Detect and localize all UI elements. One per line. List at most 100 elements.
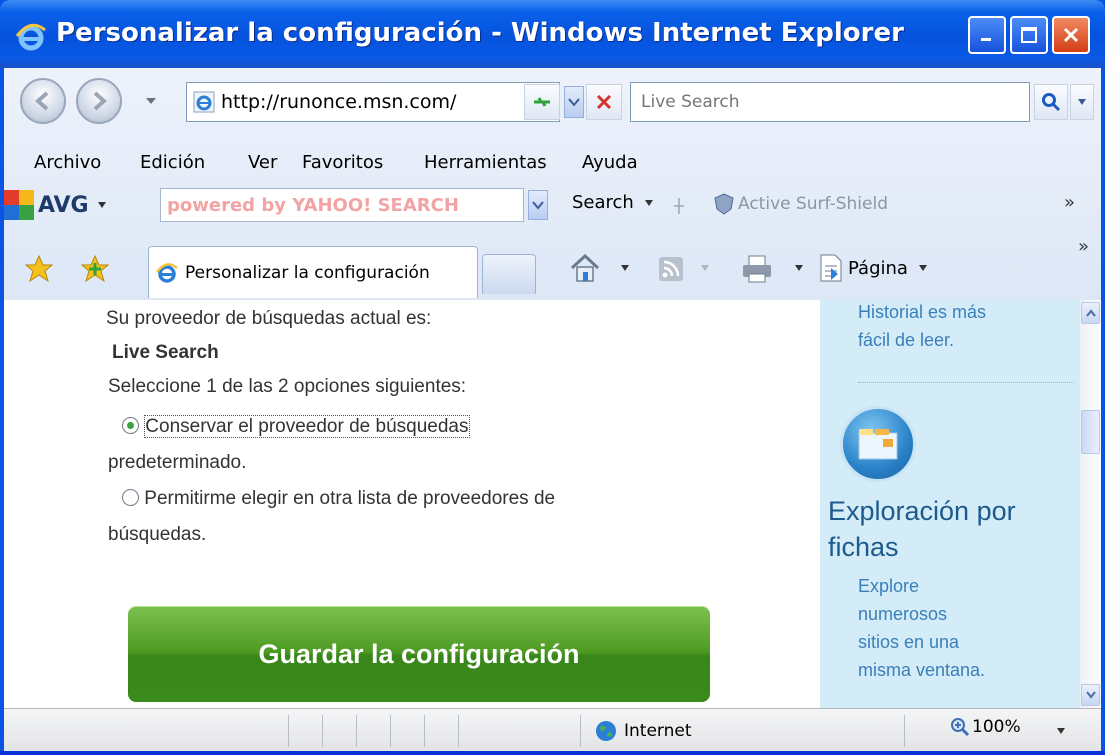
page-icon bbox=[820, 254, 842, 282]
option-choose-provider[interactable]: Permitirme elegir en otra lista de prove… bbox=[122, 488, 555, 510]
menu-favoritos[interactable]: Favoritos bbox=[302, 152, 383, 173]
page-content: Su proveedor de búsquedas actual es: Liv… bbox=[4, 300, 1101, 708]
title-bar: Personalizar la configuración - Windows … bbox=[0, 0, 1105, 68]
option2-label: Permitirme elegir en otra lista de prove… bbox=[144, 488, 556, 509]
home-icon[interactable] bbox=[568, 252, 602, 284]
avg-menu-button[interactable]: AVG bbox=[4, 190, 107, 220]
vertical-scrollbar[interactable] bbox=[1080, 300, 1101, 708]
close-button[interactable] bbox=[1052, 16, 1090, 54]
tab-label: Personalizar la configuración bbox=[185, 262, 430, 283]
scroll-thumb[interactable] bbox=[1081, 410, 1100, 454]
forward-button[interactable] bbox=[76, 78, 122, 124]
chevron-down-icon bbox=[532, 201, 544, 210]
menu-archivo[interactable]: Archivo bbox=[34, 152, 101, 173]
option-keep-provider[interactable]: Conservar el proveedor de búsquedas bbox=[122, 415, 470, 438]
chevron-down-icon[interactable] bbox=[794, 264, 804, 272]
intro-text: Su proveedor de búsquedas actual es: bbox=[106, 308, 432, 329]
chevron-down-icon bbox=[918, 265, 927, 271]
save-settings-button[interactable]: Guardar la configuración bbox=[128, 606, 710, 702]
avg-label: AVG bbox=[38, 192, 89, 218]
feature-sidebar: Historial es más fácil de leer. Explorac… bbox=[820, 300, 1080, 708]
search-icon bbox=[1042, 93, 1061, 112]
page-menu-label: Página bbox=[848, 257, 908, 279]
chevron-down-icon bbox=[1078, 99, 1086, 105]
back-arrow-icon bbox=[34, 91, 49, 111]
keep-provider-radio[interactable] bbox=[122, 417, 139, 434]
shield-icon bbox=[714, 193, 734, 215]
command-bar-overflow-button[interactable]: » bbox=[1078, 236, 1089, 257]
feature-title-1: Exploración por bbox=[828, 496, 1016, 526]
zoom-level: 100% bbox=[972, 717, 1021, 737]
choose-provider-radio[interactable] bbox=[122, 489, 139, 506]
print-icon[interactable] bbox=[740, 254, 774, 284]
minimize-icon bbox=[981, 38, 991, 41]
settings-panel: Su proveedor de búsquedas actual es: Liv… bbox=[4, 300, 820, 708]
stop-icon bbox=[596, 94, 612, 110]
status-bar: Internet 100% bbox=[4, 708, 1101, 751]
chevron-down-icon[interactable] bbox=[620, 264, 630, 272]
toolbar-separator-icon bbox=[674, 198, 684, 214]
status-separator bbox=[580, 715, 581, 747]
toolbar-overflow-button[interactable]: » bbox=[1064, 192, 1075, 213]
menu-herramientas[interactable]: Herramientas bbox=[424, 152, 547, 173]
window-title: Personalizar la configuración - Windows … bbox=[56, 18, 904, 48]
scroll-down-button[interactable] bbox=[1081, 684, 1100, 706]
search-box[interactable] bbox=[630, 82, 1030, 122]
search-label: Search bbox=[572, 192, 634, 213]
navigation-bar: http://runonce.msn.com/ bbox=[4, 68, 1101, 144]
stop-button[interactable] bbox=[586, 84, 622, 120]
chevron-down-icon bbox=[644, 199, 653, 206]
refresh-button[interactable] bbox=[524, 84, 560, 120]
status-separator bbox=[424, 715, 425, 747]
avg-toolbar: AVG powered by YAHOO! SEARCH Search Acti… bbox=[4, 184, 1101, 228]
sidebar-prev-text-1: Historial es más bbox=[858, 302, 987, 322]
back-button[interactable] bbox=[20, 78, 66, 124]
feeds-icon[interactable] bbox=[658, 256, 684, 282]
sidebar-prev-text-2: fácil de leer. bbox=[858, 330, 955, 350]
yahoo-search-input[interactable]: powered by YAHOO! SEARCH bbox=[160, 188, 524, 222]
browser-chrome: http://runonce.msn.com/ Archivo Edición … bbox=[4, 68, 1101, 300]
yahoo-placeholder: powered by YAHOO! SEARCH bbox=[167, 194, 459, 216]
address-bar[interactable]: http://runonce.msn.com/ bbox=[186, 82, 560, 122]
search-dropdown-button[interactable]: Search bbox=[572, 192, 654, 213]
page-menu-button[interactable]: Página bbox=[818, 254, 928, 282]
new-tab-button[interactable] bbox=[482, 254, 536, 294]
search-options-button[interactable] bbox=[1070, 84, 1094, 120]
tab-personalizar[interactable]: Personalizar la configuración bbox=[148, 246, 478, 298]
window-frame-bottom bbox=[0, 751, 1105, 755]
forward-arrow-icon bbox=[93, 91, 108, 111]
zoom-dropdown-icon[interactable] bbox=[1056, 727, 1066, 735]
chevron-down-icon bbox=[97, 202, 106, 208]
minimize-button[interactable] bbox=[968, 16, 1006, 54]
page-ie-icon bbox=[193, 91, 215, 113]
tabbed-browsing-icon bbox=[840, 406, 916, 482]
option2-label-cont: búsquedas. bbox=[108, 524, 207, 545]
ie-logo-icon bbox=[15, 23, 46, 51]
chevron-up-icon bbox=[1085, 309, 1096, 317]
instruction-text: Seleccione 1 de las 2 opciones siguiente… bbox=[108, 376, 467, 397]
sidebar-divider bbox=[858, 382, 1074, 383]
zoom-control[interactable]: 100% bbox=[950, 717, 1021, 737]
menu-ayuda[interactable]: Ayuda bbox=[582, 152, 638, 173]
status-separator bbox=[458, 715, 459, 747]
surf-shield-button[interactable]: Active Surf-Shield bbox=[712, 192, 888, 216]
favorites-star-icon[interactable] bbox=[24, 254, 54, 284]
feature-desc-3: sitios en una bbox=[858, 632, 960, 652]
menu-ver[interactable]: Ver bbox=[248, 152, 277, 173]
search-input[interactable] bbox=[639, 91, 1019, 113]
security-zone: Internet bbox=[624, 721, 692, 741]
avg-logo-icon bbox=[4, 190, 34, 220]
status-separator bbox=[322, 715, 323, 747]
search-button[interactable] bbox=[1034, 84, 1068, 120]
maximize-button[interactable] bbox=[1010, 16, 1048, 54]
address-dropdown-button[interactable] bbox=[564, 86, 584, 118]
menu-edicion[interactable]: Edición bbox=[140, 152, 205, 173]
history-dropdown-icon[interactable] bbox=[144, 96, 158, 106]
close-icon bbox=[1063, 27, 1079, 43]
address-url[interactable]: http://runonce.msn.com/ bbox=[221, 91, 456, 113]
maximize-icon bbox=[1021, 27, 1037, 43]
yahoo-dropdown-button[interactable] bbox=[528, 190, 548, 220]
add-favorite-icon[interactable] bbox=[80, 254, 110, 284]
chevron-down-icon bbox=[701, 265, 709, 271]
scroll-up-button[interactable] bbox=[1081, 302, 1100, 324]
